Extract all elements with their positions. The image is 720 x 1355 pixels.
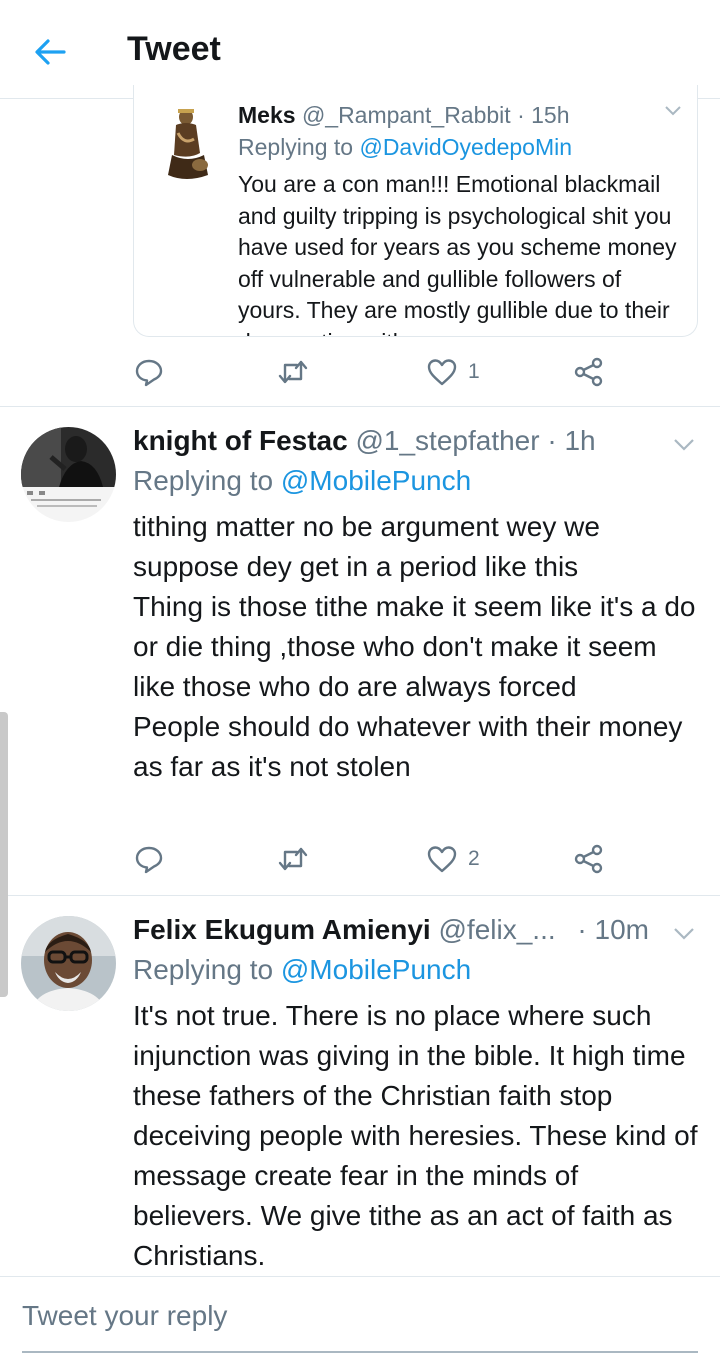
retweet-icon [278, 847, 308, 871]
replying-to-label: Replying to [238, 134, 354, 160]
share-button[interactable] [573, 839, 605, 879]
share-icon [574, 357, 603, 387]
chevron-down-icon[interactable] [664, 105, 682, 117]
reply-button[interactable] [133, 839, 165, 879]
author-name[interactable]: Felix Ekugum Amienyi [133, 914, 431, 945]
reply-composer [0, 1276, 720, 1355]
page-title: Tweet [127, 30, 221, 68]
reply-tweet[interactable]: knight of Festac @1_stepfather · 1h Repl… [0, 407, 720, 895]
heart-icon [427, 359, 457, 386]
quoted-timestamp: · 15h [517, 102, 570, 128]
chevron-down-icon[interactable] [673, 927, 695, 941]
replying-to: Replying to @MobilePunch [133, 465, 471, 497]
timestamp: · 1h [547, 425, 596, 456]
timestamp: · 10m [577, 914, 649, 945]
replying-to: Replying to @MobilePunch [133, 954, 471, 986]
chevron-down-icon[interactable] [673, 438, 695, 452]
like-button[interactable]: 1 [426, 352, 480, 392]
retweet-icon [278, 360, 308, 384]
retweet-button[interactable] [276, 352, 310, 392]
reply-icon [135, 359, 163, 387]
scrollbar[interactable] [0, 712, 8, 997]
reply-button[interactable] [133, 352, 165, 392]
like-count: 2 [468, 847, 480, 870]
heart-icon [427, 846, 457, 873]
tweet-text: It's not true. There is no place where s… [133, 1000, 698, 1271]
reply-input[interactable] [22, 1281, 698, 1353]
avatar[interactable] [21, 916, 116, 1011]
author-handle[interactable]: @felix_... [439, 914, 556, 945]
avatar[interactable] [21, 427, 116, 522]
quoted-author-handle[interactable]: @_Rampant_Rabbit [302, 102, 511, 128]
quoted-avatar[interactable] [164, 105, 212, 185]
quoted-tweet-card[interactable]: Meks @_Rampant_Rabbit · 15h Replying to … [133, 85, 698, 337]
quoted-replying-to: Replying to @DavidOyedepoMin [238, 134, 572, 161]
replying-to-handle[interactable]: @DavidOyedepoMin [359, 134, 572, 160]
replying-to-handle[interactable]: @MobilePunch [281, 465, 471, 496]
share-icon [574, 844, 603, 874]
like-count: 1 [468, 360, 480, 383]
replying-to-label: Replying to [133, 954, 274, 985]
back-arrow-icon[interactable] [30, 32, 70, 72]
replying-to-label: Replying to [133, 465, 274, 496]
reply-icon [135, 846, 163, 874]
retweet-button[interactable] [276, 839, 310, 879]
like-button[interactable]: 2 [426, 839, 480, 879]
tweet-header: knight of Festac @1_stepfather · 1h [133, 425, 596, 457]
tweet-header: Felix Ekugum Amienyi @felix_... · 10m [133, 914, 649, 946]
author-name[interactable]: knight of Festac [133, 425, 348, 456]
replying-to-handle[interactable]: @MobilePunch [281, 954, 471, 985]
reply-tweet[interactable]: Felix Ekugum Amienyi @felix_... · 10m Re… [0, 896, 720, 1276]
tweet-action-bar: 2 [133, 839, 613, 879]
quoted-action-bar: 1 [133, 352, 613, 392]
author-handle[interactable]: @1_stepfather [355, 425, 539, 456]
tweet-text: tithing matter no be argument wey we sup… [133, 511, 696, 782]
share-button[interactable] [573, 352, 605, 392]
quoted-tweet-text: You are a con man!!! Emotional blackmail… [238, 171, 677, 336]
quoted-tweet-header: Meks @_Rampant_Rabbit · 15h [238, 102, 570, 129]
quoted-author-name[interactable]: Meks [238, 102, 296, 128]
